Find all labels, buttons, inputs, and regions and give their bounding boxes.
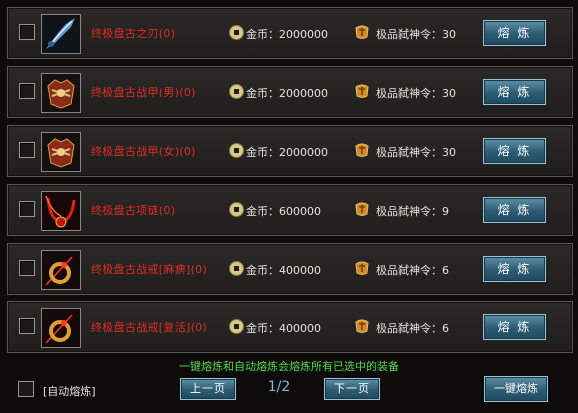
item-row: 终极盘古战甲(女)(0) 金币：2000000 极品弑神令：30 熔 炼 — [7, 125, 573, 177]
item-checkbox[interactable] — [19, 201, 35, 217]
token-icon — [355, 143, 369, 157]
item-slot[interactable] — [41, 308, 81, 348]
gold-cost: 金币：2000000 — [246, 28, 328, 41]
item-row: 终极盘古战戒[麻痹](0) 金币：400000 极品弑神令：6 熔 炼 — [7, 243, 573, 295]
prev-page-button[interactable]: 上一页 — [180, 378, 236, 400]
token-cost: 极品弑神令：30 — [376, 146, 456, 159]
gold-cost: 金币：400000 — [246, 264, 321, 277]
smelt-button[interactable]: 熔 炼 — [483, 138, 546, 164]
item-name: 终极盘古战甲(男)(0) — [91, 86, 196, 99]
smelt-all-button[interactable]: 一键熔炼 — [484, 376, 548, 402]
item-slot[interactable] — [41, 132, 81, 172]
item-name: 终极盘古战甲(女)(0) — [91, 145, 196, 158]
necklace-icon — [42, 192, 80, 230]
ring-revive-icon — [42, 309, 80, 347]
gold-coin-icon — [229, 319, 244, 334]
gold-cost: 金币：2000000 — [246, 146, 328, 159]
smelt-button[interactable]: 熔 炼 — [483, 20, 546, 46]
armor-male-icon — [42, 74, 80, 112]
item-checkbox[interactable] — [19, 83, 35, 99]
token-cost: 极品弑神令：6 — [376, 322, 449, 335]
token-cost: 极品弑神令：6 — [376, 264, 449, 277]
ring-paralysis-icon — [42, 251, 80, 289]
gold-coin-icon — [229, 261, 244, 276]
token-icon — [355, 202, 369, 216]
item-name: 终极盘古战戒[复活](0) — [91, 321, 208, 334]
item-name: 终极盘古项链(0) — [91, 204, 176, 217]
item-slot[interactable] — [41, 73, 81, 113]
smelt-button[interactable]: 熔 炼 — [483, 314, 546, 340]
blue-blade-icon — [42, 15, 80, 53]
token-icon — [355, 261, 369, 275]
token-cost: 极品弑神令：30 — [376, 28, 456, 41]
item-row: 终极盘古战戒[复活](0) 金币：400000 极品弑神令：6 熔 炼 — [7, 301, 573, 353]
smelt-button[interactable]: 熔 炼 — [483, 256, 546, 282]
item-name: 终极盘古之刃(0) — [91, 27, 176, 40]
item-checkbox[interactable] — [19, 142, 35, 158]
armor-female-icon — [42, 133, 80, 171]
token-cost: 极品弑神令：9 — [376, 205, 449, 218]
item-row: 终极盘古项链(0) 金币：600000 极品弑神令：9 熔 炼 — [7, 184, 573, 236]
token-icon — [355, 319, 369, 333]
item-slot[interactable] — [41, 14, 81, 54]
hint-text: 一键熔炼和自动熔炼会熔炼所有已选中的装备 — [179, 360, 399, 373]
gold-coin-icon — [229, 143, 244, 158]
page-indicator: 1/2 — [267, 379, 291, 395]
token-cost: 极品弑神令：30 — [376, 87, 456, 100]
item-row: 终极盘古之刃(0) 金币：2000000 极品弑神令：30 熔 炼 — [7, 7, 573, 59]
item-slot[interactable] — [41, 250, 81, 290]
item-checkbox[interactable] — [19, 24, 35, 40]
item-checkbox[interactable] — [19, 318, 35, 334]
item-name: 终极盘古战戒[麻痹](0) — [91, 263, 208, 276]
gold-cost: 金币：400000 — [246, 322, 321, 335]
gold-coin-icon — [229, 202, 244, 217]
item-checkbox[interactable] — [19, 260, 35, 276]
token-icon — [355, 25, 369, 39]
smelt-button[interactable]: 熔 炼 — [483, 79, 546, 105]
gold-coin-icon — [229, 25, 244, 40]
next-page-button[interactable]: 下一页 — [324, 378, 380, 400]
smelt-panel: 终极盘古之刃(0) 金币：2000000 极品弑神令：30 熔 炼 终极盘古战甲… — [0, 0, 578, 413]
item-slot[interactable] — [41, 191, 81, 231]
gold-cost: 金币：2000000 — [246, 87, 328, 100]
token-icon — [355, 84, 369, 98]
smelt-button[interactable]: 熔 炼 — [483, 197, 546, 223]
gold-coin-icon — [229, 84, 244, 99]
item-row: 终极盘古战甲(男)(0) 金币：2000000 极品弑神令：30 熔 炼 — [7, 66, 573, 118]
auto-smelt-checkbox[interactable] — [18, 381, 34, 397]
auto-smelt-label: [自动熔炼] — [43, 385, 96, 398]
gold-cost: 金币：600000 — [246, 205, 321, 218]
